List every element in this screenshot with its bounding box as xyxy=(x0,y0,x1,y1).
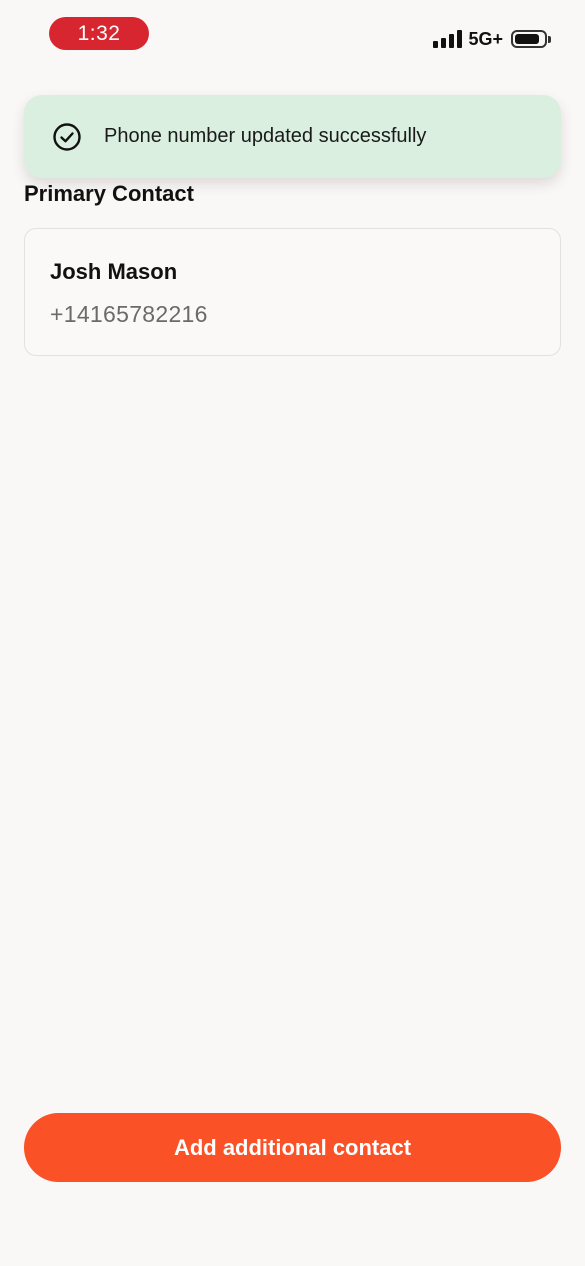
signal-icon xyxy=(433,30,463,48)
battery-icon xyxy=(511,30,551,48)
section-title: Primary Contact xyxy=(24,181,194,206)
status-time: 1:32 xyxy=(49,17,149,50)
toast-message: Phone number updated successfully xyxy=(104,125,427,147)
primary-contact-card[interactable]: Josh Mason +14165782216 xyxy=(24,228,561,356)
check-circle-icon xyxy=(53,122,81,151)
status-indicators: 5G+ xyxy=(433,26,551,52)
contact-phone: +14165782216 xyxy=(50,301,208,327)
contact-name: Josh Mason xyxy=(50,259,178,284)
status-bar: 1:32 5G+ xyxy=(0,0,585,80)
network-type: 5G+ xyxy=(468,28,503,49)
success-toast: Phone number updated successfully xyxy=(24,95,561,178)
add-additional-contact-button[interactable]: Add additional contact xyxy=(24,1113,561,1182)
contacts-screen: 1:32 5G+ Phone number updated successful… xyxy=(0,0,585,1266)
